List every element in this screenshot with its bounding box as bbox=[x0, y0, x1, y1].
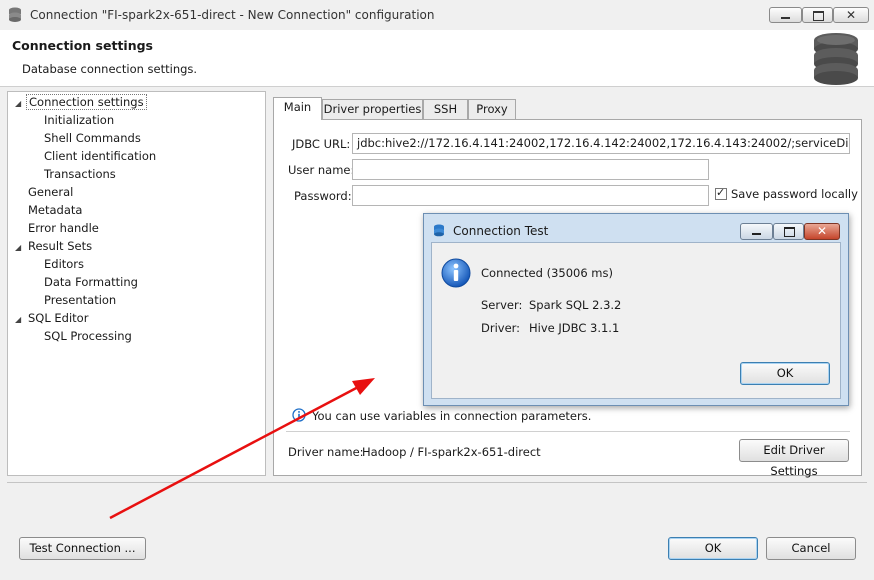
user-name-label: User name: bbox=[288, 163, 355, 177]
page-title: Connection settings bbox=[12, 38, 153, 53]
maximize-button[interactable] bbox=[802, 7, 833, 23]
save-password-label: Save password locally bbox=[731, 187, 858, 201]
tree-item-error-handle[interactable]: Error handle bbox=[28, 221, 99, 235]
driver-name-value: Hadoop / FI-spark2x-651-direct bbox=[362, 445, 541, 459]
tree-item-connection-settings[interactable]: Connection settings bbox=[26, 94, 147, 110]
connection-test-dialog[interactable]: Connection Test ✕ Connected (35006 ms) S… bbox=[423, 213, 849, 406]
save-password-checkbox[interactable]: ✓ bbox=[715, 186, 727, 200]
expand-arrow-icon[interactable]: ◢ bbox=[15, 315, 21, 324]
expand-arrow-icon[interactable]: ◢ bbox=[15, 243, 21, 252]
settings-tree[interactable]: ◢ Connection settings Initialization She… bbox=[7, 91, 266, 476]
driver-label: Driver: bbox=[481, 321, 521, 335]
maximize-icon bbox=[784, 227, 795, 237]
tree-item-general[interactable]: General bbox=[28, 185, 73, 199]
minimize-icon bbox=[752, 233, 761, 235]
database-icon bbox=[434, 224, 444, 237]
tree-item-metadata[interactable]: Metadata bbox=[28, 203, 82, 217]
separator bbox=[286, 431, 850, 432]
password-input[interactable] bbox=[352, 185, 709, 206]
tree-item-client-identification[interactable]: Client identification bbox=[44, 149, 156, 163]
user-name-input[interactable] bbox=[352, 159, 709, 180]
window-title: Connection "FI-spark2x-651-direct - New … bbox=[30, 8, 435, 22]
close-icon: ✕ bbox=[846, 8, 857, 22]
cancel-button[interactable]: Cancel bbox=[766, 537, 856, 560]
dialog-minimize-button[interactable] bbox=[740, 223, 773, 240]
checkmark-icon: ✓ bbox=[716, 186, 726, 199]
tree-item-sql-editor[interactable]: SQL Editor bbox=[28, 311, 88, 325]
tree-item-editors[interactable]: Editors bbox=[44, 257, 84, 271]
dialog-maximize-button[interactable] bbox=[773, 223, 804, 240]
minimize-button[interactable] bbox=[769, 7, 802, 23]
footer-separator bbox=[7, 482, 867, 483]
minimize-icon bbox=[781, 17, 790, 19]
tab-driver-properties[interactable]: Driver properties bbox=[322, 99, 423, 119]
ok-button[interactable]: OK bbox=[668, 537, 758, 560]
test-connection-button[interactable]: Test Connection ... bbox=[19, 537, 146, 560]
edit-driver-settings-button[interactable]: Edit Driver Settings bbox=[739, 439, 849, 478]
page-subtitle: Database connection settings. bbox=[22, 62, 198, 76]
driver-value: Hive JDBC 3.1.1 bbox=[529, 321, 620, 335]
tab-proxy[interactable]: Proxy bbox=[468, 99, 516, 119]
maximize-icon bbox=[813, 11, 824, 21]
tree-item-shell-commands[interactable]: Shell Commands bbox=[44, 131, 141, 145]
dialog-ok-button[interactable]: OK bbox=[740, 362, 830, 385]
tab-main[interactable]: Main bbox=[273, 97, 322, 120]
variables-note: You can use variables in connection para… bbox=[312, 409, 592, 423]
settings-header: Connection settings Database connection … bbox=[0, 30, 874, 87]
jdbc-url-input[interactable]: jdbc:hive2://172.16.4.141:24002,172.16.4… bbox=[352, 133, 850, 154]
tree-item-initialization[interactable]: Initialization bbox=[44, 113, 114, 127]
jdbc-url-label: JDBC URL: bbox=[292, 137, 351, 151]
dialog-close-button[interactable]: ✕ bbox=[804, 223, 840, 240]
database-icon bbox=[9, 7, 21, 22]
server-value: Spark SQL 2.3.2 bbox=[529, 298, 622, 312]
tree-item-transactions[interactable]: Transactions bbox=[44, 167, 116, 181]
tab-ssh[interactable]: SSH bbox=[423, 99, 468, 119]
close-icon: ✕ bbox=[817, 224, 828, 238]
database-icon bbox=[814, 33, 858, 85]
tree-item-presentation[interactable]: Presentation bbox=[44, 293, 116, 307]
expand-arrow-icon[interactable]: ◢ bbox=[15, 99, 21, 108]
tree-item-result-sets[interactable]: Result Sets bbox=[28, 239, 92, 253]
dialog-title: Connection Test bbox=[453, 224, 549, 238]
info-icon bbox=[292, 408, 306, 422]
server-label: Server: bbox=[481, 298, 523, 312]
tree-item-data-formatting[interactable]: Data Formatting bbox=[44, 275, 138, 289]
info-icon bbox=[441, 258, 471, 288]
window-title-bar[interactable]: Connection "FI-spark2x-651-direct - New … bbox=[0, 0, 874, 30]
password-label: Password: bbox=[294, 189, 352, 203]
connection-status-message: Connected (35006 ms) bbox=[481, 266, 613, 280]
driver-name-label: Driver name: bbox=[288, 445, 364, 459]
dialog-body: Connected (35006 ms) Server: Spark SQL 2… bbox=[431, 242, 841, 399]
close-button[interactable]: ✕ bbox=[833, 7, 869, 23]
tree-item-sql-processing[interactable]: SQL Processing bbox=[44, 329, 132, 343]
